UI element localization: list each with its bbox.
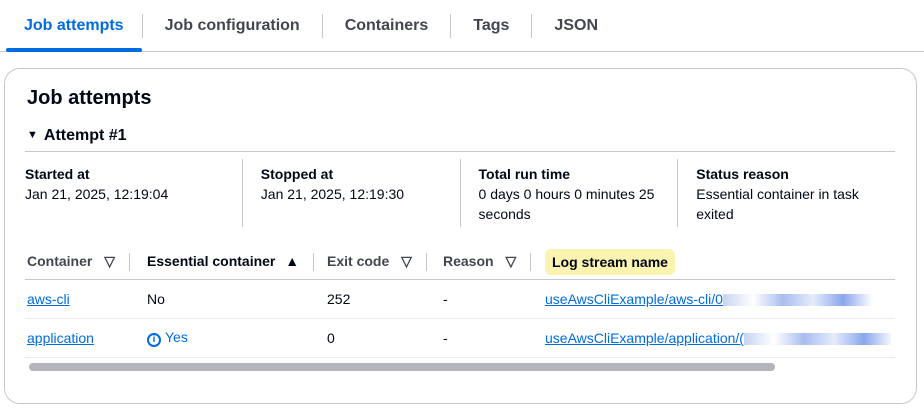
- essential-value: No: [145, 279, 325, 319]
- info-icon[interactable]: i: [147, 332, 161, 347]
- table-row: application i Yes 0 - useAwsCliExample/ap…: [25, 318, 895, 358]
- horizontal-scrollbar[interactable]: [29, 363, 775, 371]
- detail-label: Total run time: [478, 166, 571, 182]
- sort-icon: ▽: [505, 252, 517, 269]
- detail-value: Jan 21, 2025, 12:19:04: [25, 186, 169, 202]
- sort-ascending-icon: ▲: [285, 252, 300, 269]
- tab-bar: Job attempts Job configuration Container…: [0, 0, 924, 52]
- container-link[interactable]: aws-cli: [27, 291, 70, 307]
- log-stream-link[interactable]: useAwsCliExample/aws-cli/0: [545, 291, 891, 307]
- essential-cell: i Yes: [145, 318, 325, 358]
- detail-stopped-at: Stopped at Jan 21, 2025, 12:19:30: [241, 159, 460, 227]
- detail-label: Stopped at: [260, 166, 334, 182]
- attempt-label: Attempt #1: [43, 127, 127, 144]
- essential-value: Yes: [165, 328, 188, 345]
- tab-json[interactable]: JSON: [531, 13, 620, 38]
- tab-job-attempts[interactable]: Job attempts: [6, 14, 142, 52]
- detail-started-at: Started at Jan 21, 2025, 12:19:04: [25, 159, 242, 227]
- column-header-container[interactable]: Container ▽: [25, 245, 145, 280]
- caret-down-icon: ▼: [27, 129, 38, 141]
- column-header-exit-code[interactable]: Exit code ▽: [325, 245, 441, 280]
- section-title: Job attempts: [27, 87, 152, 109]
- tab-tags[interactable]: Tags: [450, 13, 531, 38]
- reason: -: [441, 318, 543, 358]
- attempt-expander[interactable]: ▼ Attempt #1: [27, 127, 127, 145]
- sort-icon: ▽: [104, 252, 116, 269]
- column-label: Container: [27, 252, 93, 269]
- detail-value: Jan 21, 2025, 12:19:30: [260, 186, 405, 202]
- job-attempts-panel: Job attempts ▼ Attempt #1 Started at Jan 2…: [4, 68, 917, 404]
- containers-table: Container ▽ Essential container ▲ Exit c…: [25, 245, 895, 358]
- detail-label: Status reason: [696, 166, 789, 182]
- tab-containers[interactable]: Containers: [321, 13, 451, 38]
- column-header-essential[interactable]: Essential container ▲: [145, 245, 325, 280]
- column-header-log-stream[interactable]: Log stream name: [543, 245, 895, 280]
- column-label: Log stream name: [545, 248, 675, 275]
- column-header-reason[interactable]: Reason ▽: [441, 245, 543, 280]
- detail-value: 0 days 0 hours 0 minutes 25 seconds: [478, 186, 655, 222]
- tab-job-configuration[interactable]: Job configuration: [141, 13, 322, 38]
- detail-label: Started at: [25, 166, 90, 182]
- detail-status-reason: Status reason Essential container in task…: [677, 159, 895, 227]
- exit-code: 252: [325, 279, 441, 319]
- table-row: aws-cli No 252 - useAwsCliExample/aws-cl…: [25, 279, 895, 319]
- container-link[interactable]: application: [27, 330, 94, 346]
- detail-value: Essential container in task exited: [696, 186, 859, 222]
- column-label: Reason: [443, 252, 494, 269]
- log-stream-link[interactable]: useAwsCliExample/application/(: [545, 330, 891, 346]
- attempt-details: Started at Jan 21, 2025, 12:19:04 Stopped…: [25, 151, 895, 227]
- exit-code: 0: [325, 318, 441, 358]
- detail-total-run-time: Total run time 0 days 0 hours 0 minutes 2…: [459, 159, 678, 227]
- redacted-block: [722, 294, 873, 307]
- column-label: Essential container: [147, 252, 276, 269]
- sort-icon: ▽: [401, 252, 412, 269]
- reason: -: [441, 279, 543, 319]
- column-label: Exit code: [327, 252, 390, 269]
- redacted-block: [743, 333, 891, 346]
